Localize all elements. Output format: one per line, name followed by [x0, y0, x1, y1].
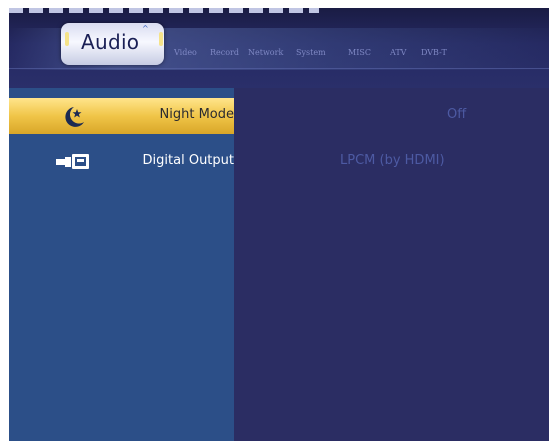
- tab-record[interactable]: Record: [210, 48, 239, 57]
- digital-output-label: Digital Output: [142, 153, 234, 168]
- tab-misc[interactable]: MISC: [348, 48, 371, 57]
- tab-audio-label: Audio: [81, 30, 140, 54]
- tab-video[interactable]: Video: [174, 48, 197, 57]
- tab-system[interactable]: System: [296, 48, 326, 57]
- settings-screen: Audio ^ Video Record Network System MISC…: [9, 8, 549, 441]
- setting-row-digital-output[interactable]: Digital Output LPCM (by HDMI): [9, 144, 549, 180]
- tab-atv[interactable]: ATV: [390, 48, 406, 57]
- tab-corner-icon: ^: [142, 24, 149, 33]
- top-dashed-border: [9, 8, 319, 13]
- setting-row-night-mode[interactable]: Night Mode Off: [9, 98, 549, 134]
- tab-right-bracket-icon: [159, 32, 163, 46]
- moon-star-icon: [65, 107, 84, 127]
- header-divider: [9, 68, 549, 69]
- night-mode-value: Off: [447, 107, 467, 122]
- settings-value-panel: [234, 88, 549, 441]
- tab-dvb-t[interactable]: DVB-T: [421, 48, 447, 57]
- digital-output-connector-icon: [56, 154, 89, 169]
- tab-network[interactable]: Network: [248, 48, 283, 57]
- settings-label-panel: [9, 88, 234, 441]
- digital-output-value: LPCM (by HDMI): [340, 153, 445, 168]
- tab-left-bracket-icon: [65, 32, 69, 46]
- night-mode-label: Night Mode: [159, 107, 234, 122]
